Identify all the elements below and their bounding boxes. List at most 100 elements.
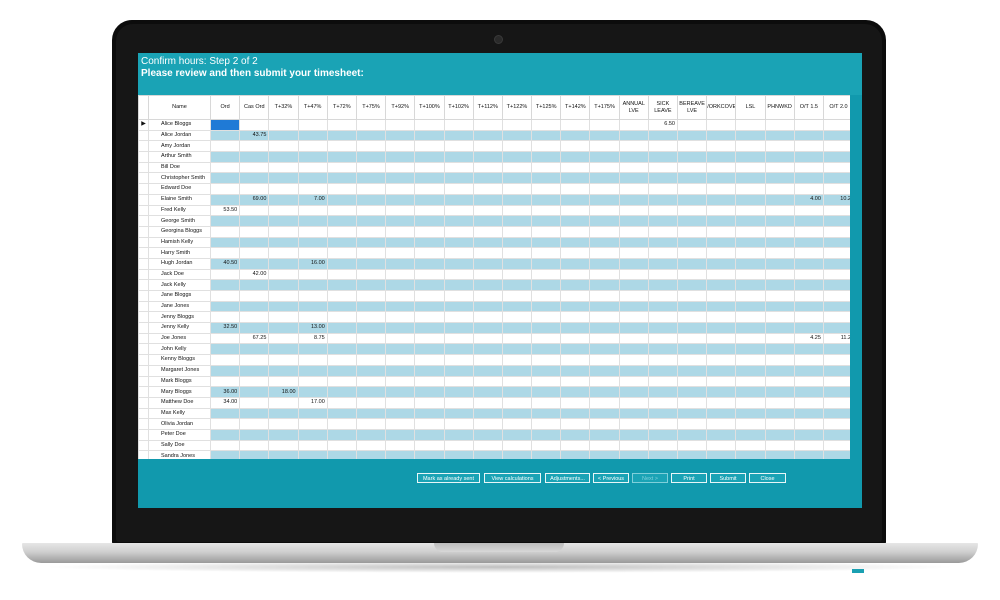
row-selector[interactable] [138, 343, 149, 356]
hours-cell[interactable] [239, 428, 270, 441]
hours-cell[interactable] [531, 364, 562, 377]
hours-cell[interactable] [297, 386, 328, 398]
hours-cell[interactable] [297, 300, 328, 313]
hours-cell[interactable] [355, 183, 387, 195]
hours-cell[interactable] [531, 428, 562, 441]
hours-cell[interactable] [297, 140, 328, 153]
hours-cell[interactable] [472, 300, 503, 313]
hours-cell[interactable] [793, 119, 824, 131]
hours-cell[interactable] [297, 151, 328, 163]
column-header[interactable]: T+125% [531, 95, 562, 120]
hours-cell[interactable] [472, 290, 503, 302]
hours-cell[interactable] [355, 236, 387, 249]
hours-cell[interactable] [501, 161, 533, 174]
hours-cell[interactable] [822, 311, 850, 324]
hours-cell[interactable] [735, 215, 766, 227]
hours-cell[interactable] [414, 225, 445, 238]
hours-cell[interactable] [531, 396, 562, 409]
hours-cell[interactable] [706, 343, 737, 356]
hours-cell[interactable] [676, 215, 708, 227]
hours-cell[interactable] [501, 450, 533, 459]
hours-cell[interactable] [618, 418, 649, 430]
hours-cell[interactable] [209, 418, 241, 430]
hours-cell[interactable] [531, 161, 562, 174]
hours-cell[interactable] [560, 151, 591, 163]
employee-name-cell[interactable]: Kenny Bloggs [148, 354, 211, 366]
hours-cell[interactable] [531, 257, 562, 270]
hours-cell[interactable] [822, 300, 850, 313]
hours-cell[interactable] [209, 119, 241, 131]
hours-cell[interactable] [209, 290, 241, 302]
hours-cell[interactable] [209, 300, 241, 313]
hours-cell[interactable] [618, 290, 649, 302]
hours-cell[interactable] [239, 247, 270, 259]
hours-cell[interactable] [793, 129, 824, 142]
hours-cell[interactable] [239, 183, 270, 195]
column-header[interactable]: Cas Ord [239, 95, 270, 120]
hours-cell[interactable] [676, 161, 708, 174]
hours-cell[interactable] [706, 428, 737, 441]
hours-cell[interactable] [793, 407, 824, 420]
hours-cell[interactable] [531, 193, 562, 206]
hours-cell[interactable] [676, 119, 708, 131]
employee-name-cell[interactable]: Hugh Jordan [148, 257, 211, 270]
employee-name-cell[interactable]: Matthew Doe [148, 396, 211, 409]
table-row[interactable]: Christopher Smith [138, 172, 850, 185]
hours-cell[interactable] [793, 343, 824, 356]
employee-name-cell[interactable]: Alice Jordan [148, 129, 211, 142]
hours-cell[interactable] [297, 215, 328, 227]
hours-cell[interactable] [472, 140, 503, 153]
employee-name-cell[interactable]: Edward Doe [148, 183, 211, 195]
hours-cell[interactable]: 42.00 [239, 268, 270, 281]
hours-cell[interactable] [735, 332, 766, 345]
hours-cell[interactable] [326, 225, 357, 238]
hours-cell[interactable] [822, 290, 850, 302]
hours-cell[interactable]: 8.75 [297, 332, 328, 345]
hours-cell[interactable] [501, 247, 533, 259]
hours-cell[interactable] [239, 311, 270, 324]
hours-cell[interactable] [326, 183, 357, 195]
hours-cell[interactable] [472, 450, 503, 459]
hours-cell[interactable] [443, 172, 474, 185]
table-row[interactable]: Sally Doe [138, 439, 850, 452]
column-header[interactable]: T+100% [414, 95, 445, 120]
hours-cell[interactable] [589, 311, 620, 324]
hours-cell[interactable] [560, 290, 591, 302]
hours-cell[interactable] [647, 172, 679, 185]
hours-cell[interactable] [268, 268, 299, 281]
hours-cell[interactable] [414, 129, 445, 142]
hours-cell[interactable] [735, 183, 766, 195]
hours-cell[interactable] [443, 311, 474, 324]
hours-cell[interactable] [647, 300, 679, 313]
hours-cell[interactable] [735, 386, 766, 398]
hours-cell[interactable] [618, 450, 649, 459]
hours-cell[interactable] [414, 300, 445, 313]
hours-cell[interactable] [209, 193, 241, 206]
hours-cell[interactable] [589, 343, 620, 356]
hours-cell[interactable] [793, 247, 824, 259]
hours-cell[interactable] [297, 172, 328, 185]
hours-cell[interactable] [822, 375, 850, 388]
hours-cell[interactable] [385, 279, 416, 291]
hours-cell[interactable] [793, 386, 824, 398]
hours-cell[interactable] [355, 300, 387, 313]
hours-cell[interactable] [618, 140, 649, 153]
hours-cell[interactable] [239, 386, 270, 398]
hours-cell[interactable] [706, 193, 737, 206]
hours-cell[interactable] [326, 396, 357, 409]
hours-cell[interactable] [414, 396, 445, 409]
hours-cell[interactable] [209, 311, 241, 324]
hours-cell[interactable] [822, 247, 850, 259]
hours-cell[interactable] [589, 161, 620, 174]
hours-cell[interactable] [239, 279, 270, 291]
hours-cell[interactable] [355, 119, 387, 131]
column-header[interactable]: T+142% [560, 95, 591, 120]
hours-cell[interactable] [414, 279, 445, 291]
next-button[interactable]: Next > [632, 473, 668, 483]
table-row[interactable]: Jenny Kelly 32.50 13.00 [138, 322, 850, 334]
hours-cell[interactable] [589, 300, 620, 313]
hours-cell[interactable] [472, 311, 503, 324]
hours-cell[interactable] [618, 119, 649, 131]
hours-cell[interactable] [822, 257, 850, 270]
hours-cell[interactable] [472, 183, 503, 195]
